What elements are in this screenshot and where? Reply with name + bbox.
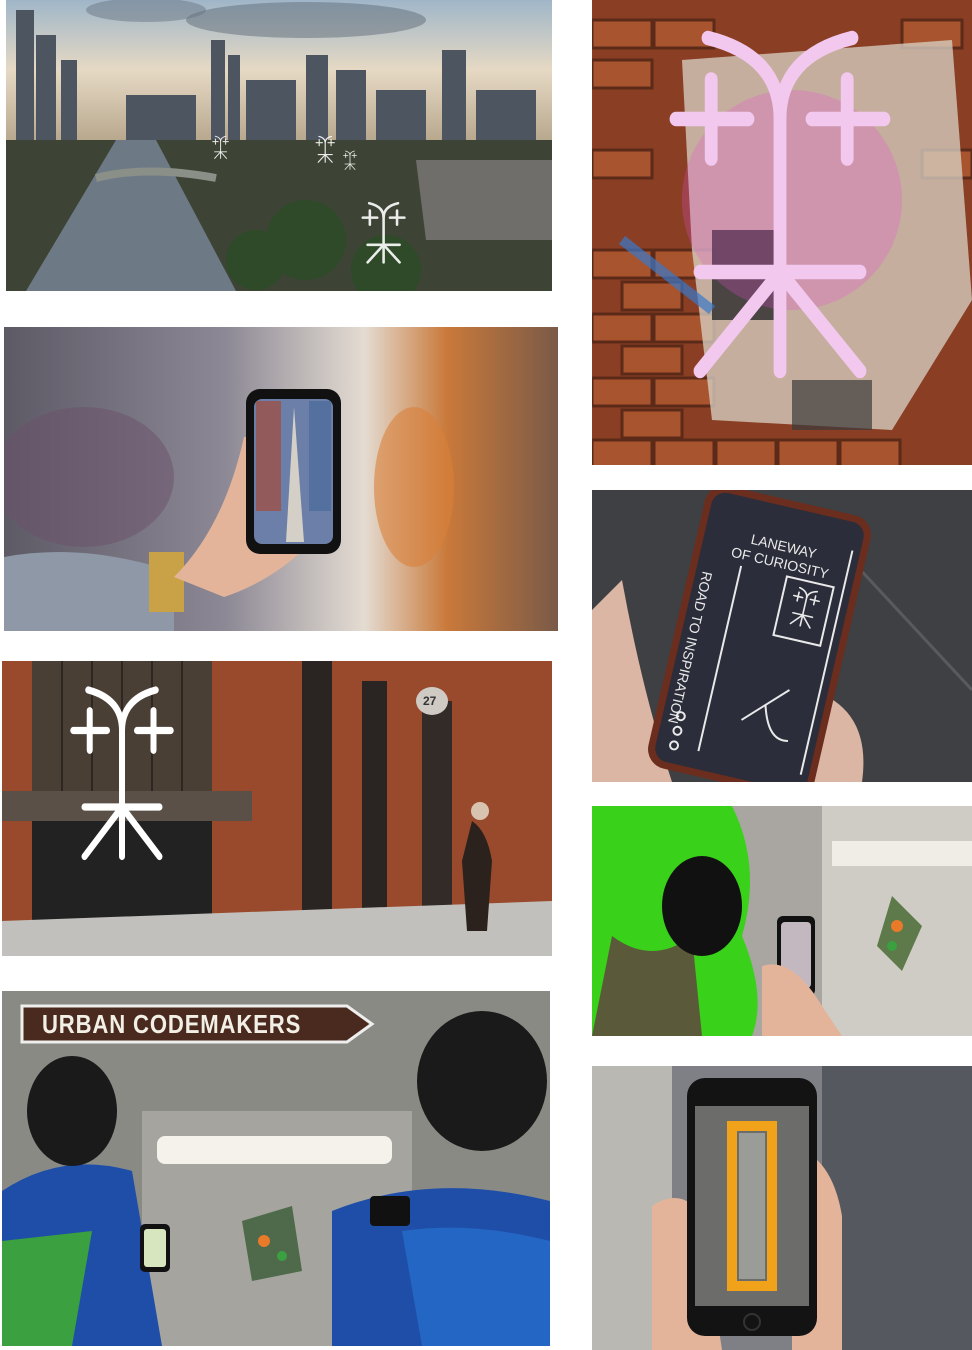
door-number: 27 xyxy=(423,694,437,708)
photo-phone-laneway xyxy=(4,327,558,631)
photo-neon-glyph-wall xyxy=(592,0,972,465)
photo-green-hair-headphones xyxy=(592,806,972,1036)
photo-city-aerial xyxy=(6,0,552,291)
photo-urban-codemakers-sign: URBAN CODEMAKERS xyxy=(2,991,550,1346)
photo-phone-laneway-of-curiosity: LANEWAY OF CURIOSITY ROAD TO INSPIRATION xyxy=(592,490,972,782)
street-sign-text: URBAN CODEMAKERS xyxy=(42,1009,302,1039)
photo-brick-building-glyph: 27 xyxy=(2,661,552,956)
photo-phone-corridor-frame xyxy=(592,1066,972,1350)
